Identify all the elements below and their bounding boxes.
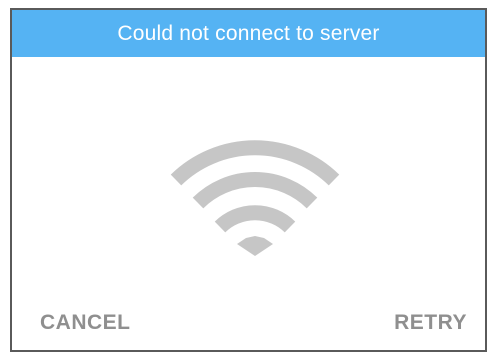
cancel-button[interactable]: CANCEL bbox=[40, 312, 131, 333]
retry-button[interactable]: RETRY bbox=[394, 312, 467, 333]
connection-error-dialog: Could not connect to server CANCEL RETRY bbox=[10, 8, 487, 352]
wifi-dot bbox=[237, 236, 273, 256]
wifi-arc-middle bbox=[192, 172, 318, 209]
dialog-header: Could not connect to server bbox=[12, 10, 485, 57]
wifi-arc-inner bbox=[214, 205, 296, 233]
wifi-icon bbox=[170, 140, 340, 256]
dialog-title: Could not connect to server bbox=[117, 21, 380, 45]
